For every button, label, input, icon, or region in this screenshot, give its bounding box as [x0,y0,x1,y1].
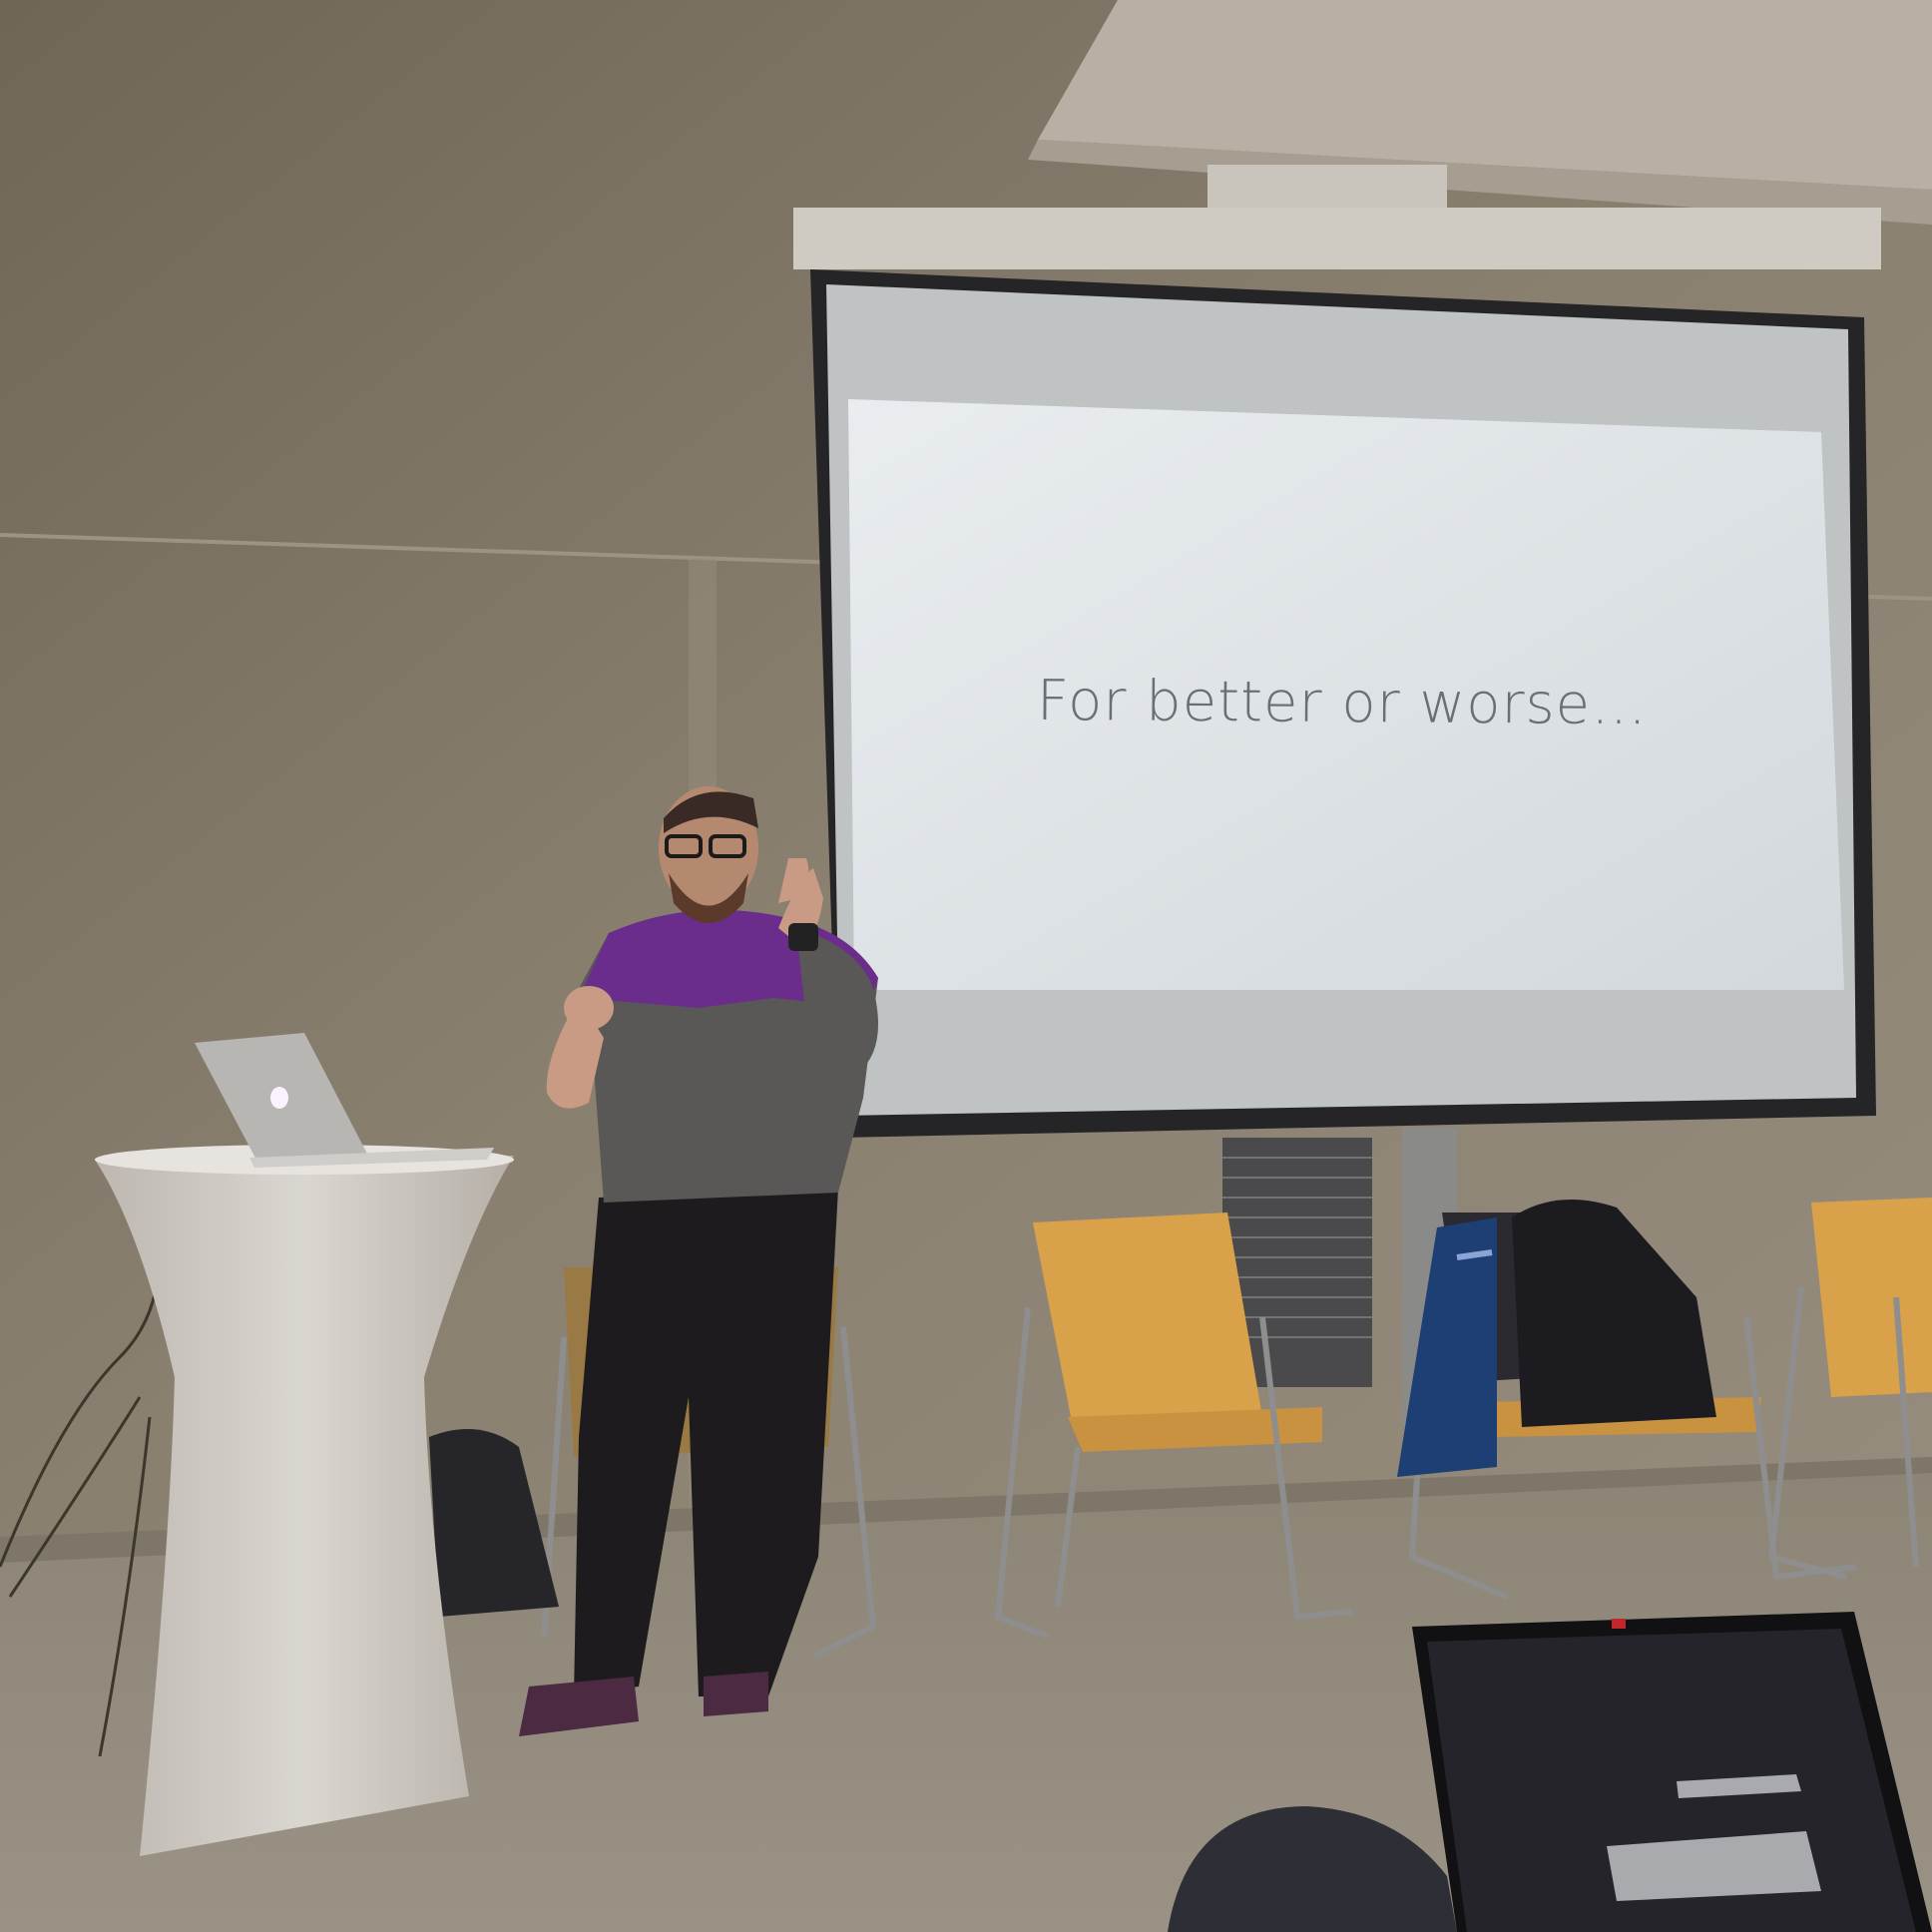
screen-housing [793,208,1881,269]
scene-illustration [0,0,1932,1932]
foreground-laptop [1412,1612,1932,1932]
slide-text: For better or worse… [1036,668,1649,738]
conference-photo: For better or worse… [0,0,1932,1932]
